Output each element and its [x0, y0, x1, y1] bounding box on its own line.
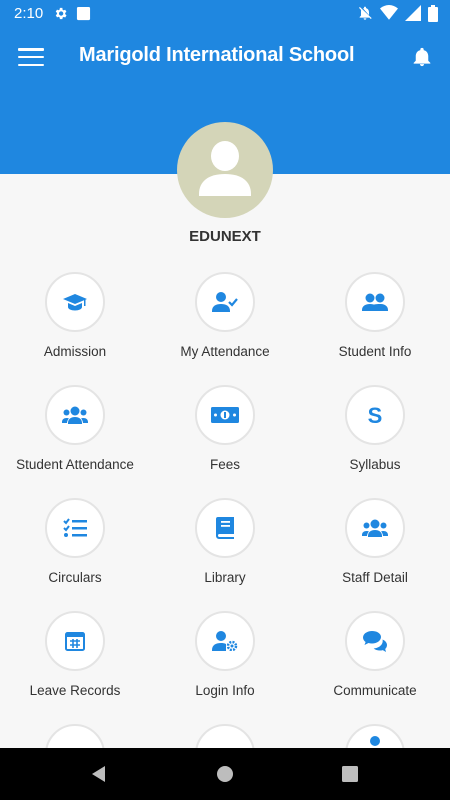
profile-name: EDUNEXT: [189, 228, 261, 245]
bell-icon[interactable]: [412, 46, 432, 68]
menu-item-login-info[interactable]: Login Info: [150, 611, 300, 721]
menu-item-label: Communicate: [333, 683, 417, 698]
calendar-icon: [65, 632, 85, 651]
menu-item-icon-circle: [345, 272, 405, 332]
menu-item-student-info[interactable]: Student Info: [300, 272, 450, 382]
menu-item-icon-circle: [45, 611, 105, 671]
menu-item-icon-circle: [195, 272, 255, 332]
graduation-cap-icon: [63, 294, 87, 311]
checklist-icon: [63, 518, 87, 537]
square-notification-icon: [77, 6, 91, 20]
menu-item-icon-circle: [45, 385, 105, 445]
menu-item-communicate[interactable]: Communicate: [300, 611, 450, 721]
recents-icon[interactable]: [340, 764, 360, 784]
menu-item-icon-circle: S: [345, 385, 405, 445]
menu-item-icon-circle: [345, 611, 405, 671]
signal-icon: [405, 5, 421, 21]
avatar[interactable]: [177, 122, 273, 218]
menu-item-label: Admission: [43, 344, 107, 359]
money-bill-icon: [211, 407, 239, 423]
menu-item-icon-circle: [45, 498, 105, 558]
menu-item-label: Syllabus: [349, 457, 401, 472]
system-nav-bar: [0, 748, 450, 800]
menu-item-icon-circle: [195, 498, 255, 558]
users-icon: [362, 293, 388, 311]
menu-item-label: Circulars: [48, 570, 102, 585]
menu-item-icon: [370, 736, 380, 746]
menu-item-icon-circle: [45, 272, 105, 332]
menu-item-label: Login Info: [195, 683, 255, 698]
mute-notification-icon: [359, 6, 372, 20]
menu-item-icon-circle: [195, 385, 255, 445]
menu-item-admission[interactable]: Admission: [0, 272, 150, 382]
book-icon: [216, 517, 234, 539]
menu-item-student-attendance[interactable]: Student Attendance: [0, 385, 150, 495]
menu-item-label: My Attendance: [180, 344, 270, 359]
user-check-icon: [212, 292, 238, 312]
chat-bubbles-icon: [363, 631, 387, 652]
menu-item-fees[interactable]: Fees: [150, 385, 300, 495]
menu-item-icon-circle: [195, 611, 255, 671]
group-icon: [62, 406, 88, 424]
menu-item-label: Leave Records: [29, 683, 121, 698]
menu-item-staff-detail[interactable]: Staff Detail: [300, 498, 450, 608]
menu-item-label: Library: [204, 570, 246, 585]
user-placeholder-icon: [199, 141, 251, 196]
menu-item-label: Staff Detail: [342, 570, 408, 585]
menu-item-circulars[interactable]: Circulars: [0, 498, 150, 608]
group-icon: [362, 519, 388, 537]
home-icon[interactable]: [215, 764, 235, 784]
letter-s-icon: S: [368, 404, 383, 426]
user-cog-icon: [212, 631, 238, 651]
menu-item-label: Student Attendance: [16, 457, 134, 472]
status-time: 2:10: [14, 4, 44, 22]
back-icon[interactable]: [89, 764, 109, 784]
gear-icon: [55, 7, 67, 19]
menu-item-leave-records[interactable]: Leave Records: [0, 611, 150, 721]
wifi-icon: [380, 5, 398, 20]
menu-item-my-attendance[interactable]: My Attendance: [150, 272, 300, 382]
menu-item-library[interactable]: Library: [150, 498, 300, 608]
svg-text:S: S: [368, 404, 383, 426]
menu-item-syllabus[interactable]: S Syllabus: [300, 385, 450, 495]
menu-item-label: Fees: [209, 457, 240, 472]
menu-item-icon-circle: [345, 498, 405, 558]
status-bar: 2:10: [0, 0, 450, 26]
app-title: Marigold International School: [79, 44, 355, 66]
battery-icon: [428, 4, 438, 22]
menu-item-label: Student Info: [338, 344, 412, 359]
hamburger-menu-icon[interactable]: [18, 46, 44, 68]
